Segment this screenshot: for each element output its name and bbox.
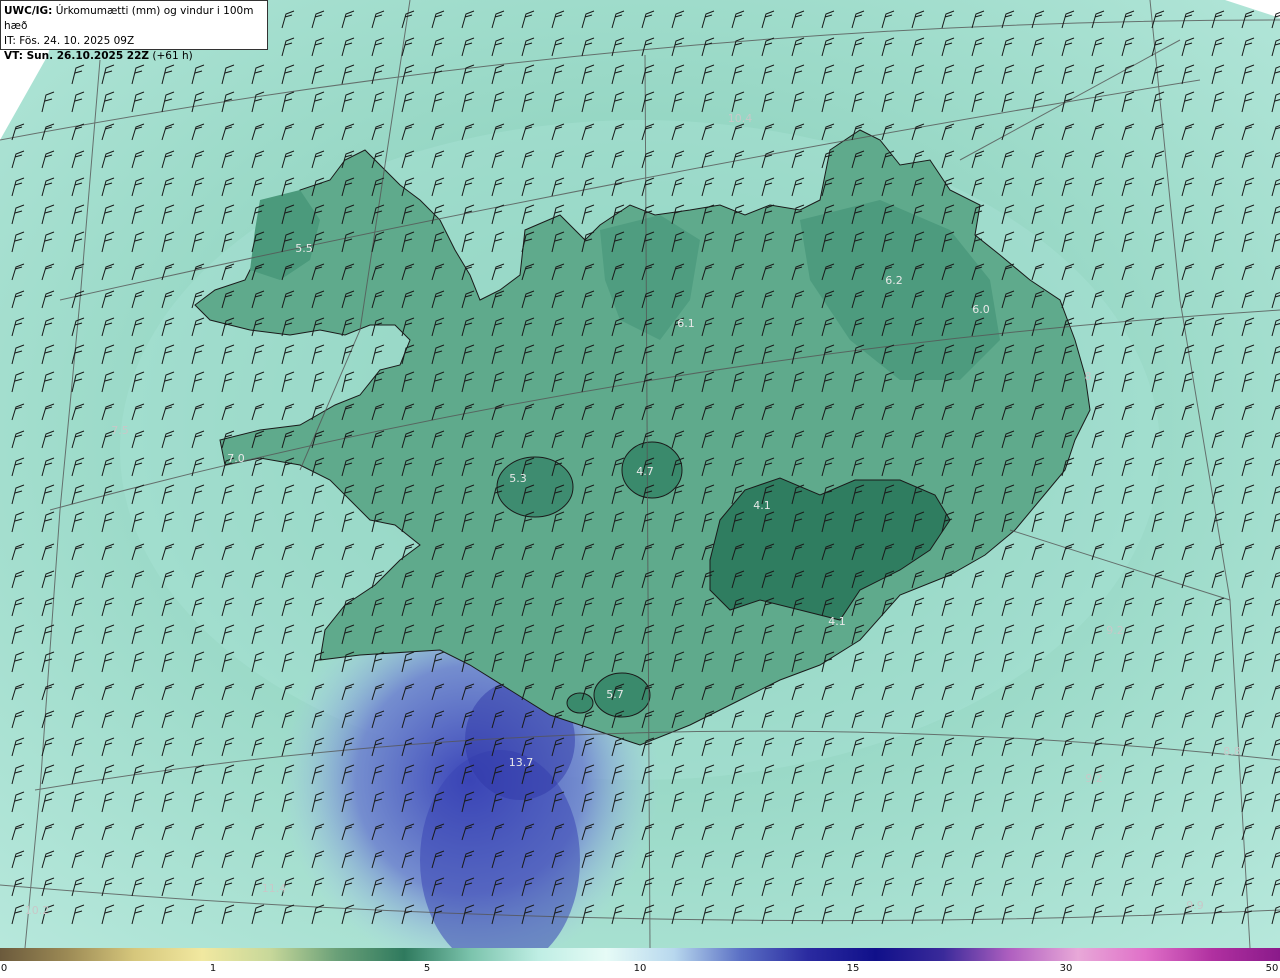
header-line-valid: VT: Sun. 26.10.2025 22Z (+61 h) xyxy=(4,49,267,64)
glacier-langjokull xyxy=(496,456,574,518)
value-label: 6.2 xyxy=(885,274,903,287)
value-label: 11.4 xyxy=(262,882,287,895)
colorbar-tick-label: 5 xyxy=(423,963,431,974)
value-label: 9.2 xyxy=(1085,772,1103,785)
issue-time: IT: Fös. 24. 10. 2025 09Z xyxy=(4,35,135,47)
value-label: 13.7 xyxy=(509,756,534,769)
value-label: 10.2 xyxy=(25,904,50,917)
colorbar-strip xyxy=(0,948,1280,961)
forecast-offset: (+61 h) xyxy=(149,50,193,62)
value-label: 6.0 xyxy=(972,303,990,316)
value-label: 9.2 xyxy=(1106,624,1124,637)
value-label: 10.4 xyxy=(728,112,753,125)
value-label: 5.7 xyxy=(606,688,624,701)
value-label: 4.1 xyxy=(828,615,846,628)
colorbar-tick-label: 30 xyxy=(1059,963,1073,974)
value-label: 4.7 xyxy=(636,465,654,478)
weather-map: 10.4 5.5 6.2 6.0 6.1 8 7.5 7.0 4.7 5.3 4.1 4.1 9.2 5.… xyxy=(0,0,1280,948)
colorbar-tick-label: 0 xyxy=(0,963,8,974)
value-label: 8 xyxy=(1085,370,1092,383)
value-label: 7.0 xyxy=(227,452,245,465)
colorbar-tick-label: 1 xyxy=(209,963,217,974)
value-label: 7.5 xyxy=(111,424,129,437)
value-label: 9.9 xyxy=(1186,899,1204,912)
colorbar-tick-label: 10 xyxy=(633,963,647,974)
value-label: 5.3 xyxy=(509,472,527,485)
valid-time: VT: Sun. 26.10.2025 22Z xyxy=(4,50,150,62)
colorbar-tick-label: 50 xyxy=(1265,963,1279,974)
model-name: UWC/IG: xyxy=(4,5,53,17)
value-label: 4.1 xyxy=(753,499,771,512)
value-label: 8.8 xyxy=(1223,745,1241,758)
header-line-field: UWC/IG: Úrkomumætti (mm) og vindur i 100… xyxy=(4,4,267,34)
value-label: 6.1 xyxy=(677,317,695,330)
value-label: 5.5 xyxy=(295,242,313,255)
colorbar: 0 1 5 10 15 30 50 xyxy=(0,948,1280,978)
colorbar-tick-label: 15 xyxy=(846,963,860,974)
map-header-box: UWC/IG: Úrkomumætti (mm) og vindur i 100… xyxy=(0,0,268,62)
